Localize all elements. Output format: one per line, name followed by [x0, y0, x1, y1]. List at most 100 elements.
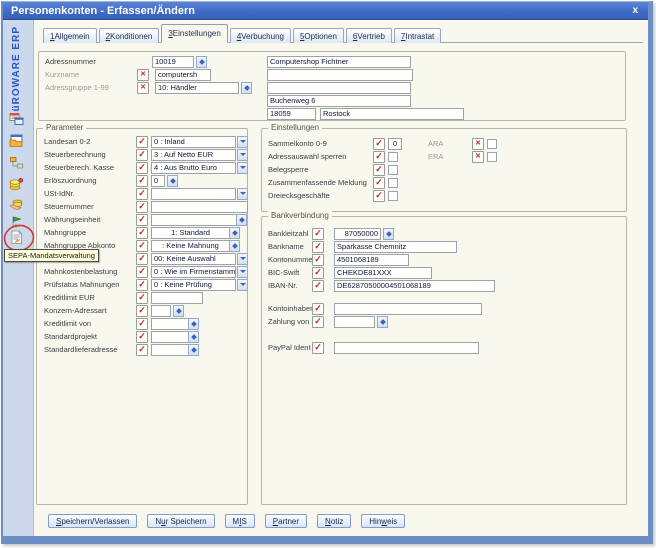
check-icon[interactable]: [136, 331, 148, 343]
adressauswahl-sperren-checkbox[interactable]: [388, 152, 398, 162]
org-link-icon[interactable]: [9, 156, 25, 171]
bic-swift-field[interactable]: CHEKDE81XXX: [334, 267, 432, 279]
check-icon[interactable]: [312, 280, 324, 292]
bankname-field[interactable]: Sparkasse Chemnitz: [334, 241, 457, 253]
steuerberechnung-field[interactable]: 3 : Auf Netto EUR: [151, 149, 236, 161]
check-icon[interactable]: [373, 177, 385, 189]
speichern-verlassen-button[interactable]: Speichern/Verlassen: [48, 514, 137, 528]
company-name-field[interactable]: Computershop Fichtner: [267, 56, 411, 68]
ara-checkbox[interactable]: [487, 139, 497, 149]
sepa-mandate-icon[interactable]: [9, 230, 25, 245]
zip-field[interactable]: 18059: [267, 108, 316, 120]
clear-icon[interactable]: [137, 82, 149, 94]
iban-nr-field[interactable]: DE62870500004501068189: [334, 280, 495, 292]
zusammenfassende-meldung-checkbox[interactable]: [388, 178, 398, 188]
erlöszuordnung-field[interactable]: 0: [151, 175, 165, 187]
landesart-0-2-field[interactable]: 0 : Inland: [151, 136, 236, 148]
check-icon[interactable]: [136, 305, 148, 317]
check-icon[interactable]: [312, 316, 324, 328]
dropdown-arrow-icon[interactable]: [237, 162, 248, 174]
address-cards-icon[interactable]: [9, 112, 25, 127]
adressnummer-field[interactable]: 10019: [152, 56, 194, 68]
check-icon[interactable]: [312, 228, 324, 240]
spinner-icon[interactable]: [383, 228, 394, 240]
spinner-icon[interactable]: [173, 305, 184, 317]
dropdown-arrow-icon[interactable]: [237, 188, 248, 200]
kurzname-field[interactable]: computersh: [155, 69, 211, 81]
paypal-ident-field[interactable]: [334, 342, 479, 354]
check-icon[interactable]: [136, 344, 148, 356]
city-field[interactable]: Rostock: [320, 108, 464, 120]
sammelkonto-0-9-field[interactable]: 0: [388, 138, 402, 150]
spinner-icon[interactable]: [377, 316, 388, 328]
dropdown-arrow-icon[interactable]: [237, 266, 248, 278]
name-line-3-field[interactable]: [267, 82, 411, 94]
check-icon[interactable]: [136, 240, 148, 252]
clear-icon[interactable]: [472, 151, 484, 163]
standardprojekt-field[interactable]: [151, 331, 189, 343]
close-icon[interactable]: x: [630, 6, 640, 16]
zahlung-von-field[interactable]: [334, 316, 375, 328]
kreditlimit-von-field[interactable]: [151, 318, 189, 330]
mahnkostenbelastung-field[interactable]: 0 : Wie im Firmenstamm eing: [151, 266, 236, 278]
clear-icon[interactable]: [137, 69, 149, 81]
steuerberech-kasse-field[interactable]: 4 : Aus Brutto Euro: [151, 162, 236, 174]
hinweis-button[interactable]: Hinweis: [361, 514, 405, 528]
notiz-button[interactable]: Notiz: [317, 514, 351, 528]
hand-coins-icon[interactable]: [9, 197, 25, 212]
mahnkriterium-field[interactable]: 00: Keine Auswahl: [151, 253, 236, 265]
mahngruppe-abkonto-field[interactable]: : Keine Mahnung: [151, 240, 230, 252]
check-icon[interactable]: [136, 201, 148, 213]
check-icon[interactable]: [136, 279, 148, 291]
tab-5-optionen[interactable]: 5 Optionen: [293, 28, 344, 43]
coins-icon[interactable]: [9, 177, 25, 192]
spinner-icon[interactable]: [188, 344, 199, 356]
era-checkbox[interactable]: [487, 152, 497, 162]
check-icon[interactable]: [136, 318, 148, 330]
check-icon[interactable]: [373, 151, 385, 163]
check-icon[interactable]: [136, 227, 148, 239]
spinner-icon[interactable]: [188, 318, 199, 330]
check-icon[interactable]: [136, 136, 148, 148]
clear-icon[interactable]: [472, 138, 484, 150]
spinner-icon[interactable]: [241, 82, 252, 94]
check-icon[interactable]: [373, 138, 385, 150]
check-icon[interactable]: [136, 266, 148, 278]
tab-7-intrastat[interactable]: 7 Intrastat: [394, 28, 441, 43]
belegsperre-checkbox[interactable]: [388, 165, 398, 175]
dropdown-arrow-icon[interactable]: [237, 279, 248, 291]
spinner-icon[interactable]: [167, 175, 178, 187]
dropdown-arrow-icon[interactable]: [237, 149, 248, 161]
tab-6-vertrieb[interactable]: 6 Vertrieb: [346, 28, 392, 43]
tab-3-einstellungen[interactable]: 3 Einstellungen: [161, 24, 228, 43]
spinner-icon[interactable]: [196, 56, 207, 68]
dropdown-arrow-icon[interactable]: [237, 136, 248, 148]
tab-4-verbuchung[interactable]: 4 Verbuchung: [230, 28, 291, 43]
mis-button[interactable]: MIS: [225, 514, 255, 528]
check-icon[interactable]: [136, 162, 148, 174]
kontonummer-field[interactable]: 4501068189: [334, 254, 409, 266]
dreiecksgeschäfte-checkbox[interactable]: [388, 191, 398, 201]
folder-window-icon[interactable]: [9, 134, 25, 149]
bankleitzahl-field[interactable]: 87050000: [334, 228, 381, 240]
check-icon[interactable]: [136, 175, 148, 187]
check-icon[interactable]: [373, 190, 385, 202]
check-icon[interactable]: [373, 164, 385, 176]
währungseinheit-field[interactable]: [151, 214, 237, 226]
check-icon[interactable]: [312, 342, 324, 354]
check-icon[interactable]: [312, 241, 324, 253]
steuernummer-field[interactable]: [151, 201, 248, 213]
adressgruppe-1-99-field[interactable]: 10: Händler: [155, 82, 239, 94]
name-line-2-field[interactable]: [267, 69, 413, 81]
check-icon[interactable]: [136, 188, 148, 200]
check-icon[interactable]: [136, 292, 148, 304]
check-icon[interactable]: [136, 214, 148, 226]
tab-1-allgemein[interactable]: 1 Allgemein: [43, 28, 97, 43]
flag-icon[interactable]: [9, 215, 25, 230]
spinner-icon[interactable]: [188, 331, 199, 343]
standardlieferadresse-field[interactable]: [151, 344, 189, 356]
spinner-icon[interactable]: [229, 240, 240, 252]
street-field[interactable]: Buchenweg 6: [267, 95, 411, 107]
check-icon[interactable]: [312, 303, 324, 315]
tab-2-konditionen[interactable]: 2 Konditionen: [99, 28, 160, 43]
